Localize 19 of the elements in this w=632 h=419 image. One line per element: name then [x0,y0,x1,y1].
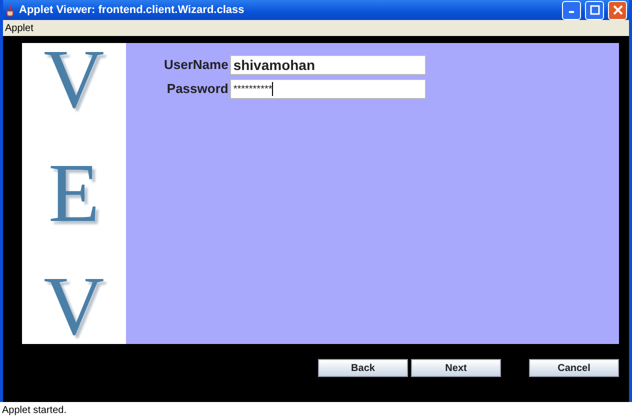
minimize-button[interactable] [562,0,581,20]
java-cup-icon [5,4,15,16]
window-title: Applet Viewer: frontend.client.Wizard.class [19,4,246,16]
close-icon [612,5,622,15]
maximize-icon [590,5,600,15]
next-button[interactable]: Next [411,359,501,377]
menu-item[interactable]: Applet [5,22,34,34]
password-field[interactable]: ********** [230,79,426,99]
logo-letter: V [44,43,104,117]
username-field[interactable]: shivamohan [230,55,426,75]
logo-letter: E [48,156,100,230]
field-label: UserName [164,56,228,74]
cancel-button[interactable]: Cancel [529,359,619,377]
status-text: Applet started. [2,405,66,416]
close-button[interactable] [608,0,627,20]
maximize-button[interactable] [585,0,604,20]
back-button[interactable]: Back [318,359,408,377]
field-label: Password [166,80,228,98]
logo-letter: V [44,270,104,344]
